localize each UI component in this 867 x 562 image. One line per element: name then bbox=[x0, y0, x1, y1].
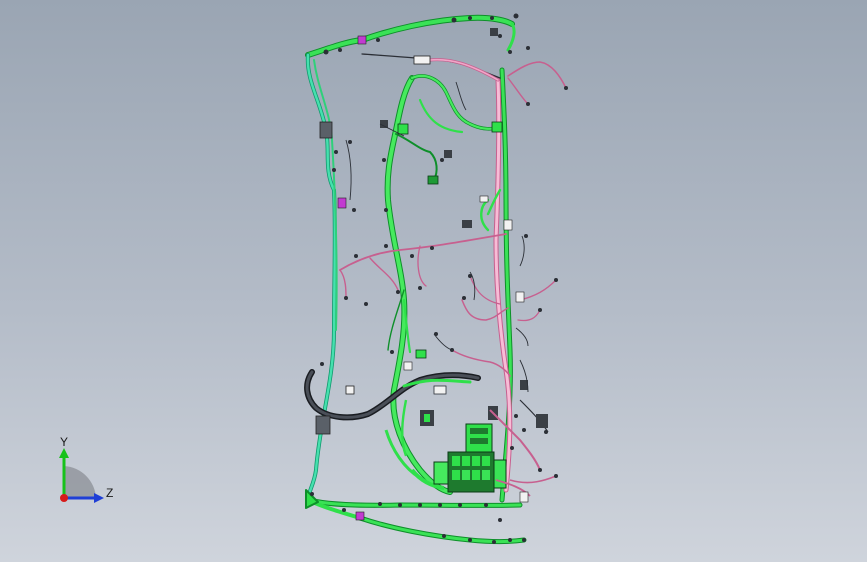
3d-viewport[interactable]: Y Z bbox=[0, 0, 867, 562]
connector-white-top[interactable] bbox=[413, 55, 431, 65]
view-disc-icon bbox=[64, 466, 96, 498]
y-axis-label: Y bbox=[60, 436, 68, 449]
z-axis-arrow-icon bbox=[94, 493, 104, 503]
y-axis-arrow-icon bbox=[59, 448, 69, 458]
wiring-harness-model[interactable] bbox=[0, 0, 867, 562]
x-axis-dot-icon bbox=[60, 494, 68, 502]
harness-connectors[interactable] bbox=[315, 28, 548, 521]
connector-block-left-lower[interactable] bbox=[315, 415, 331, 435]
connector-block-left-upper[interactable] bbox=[319, 121, 333, 139]
central-junction-block[interactable] bbox=[384, 385, 557, 497]
axis-triad: Y Z bbox=[59, 436, 113, 503]
z-axis-label: Z bbox=[106, 486, 113, 500]
